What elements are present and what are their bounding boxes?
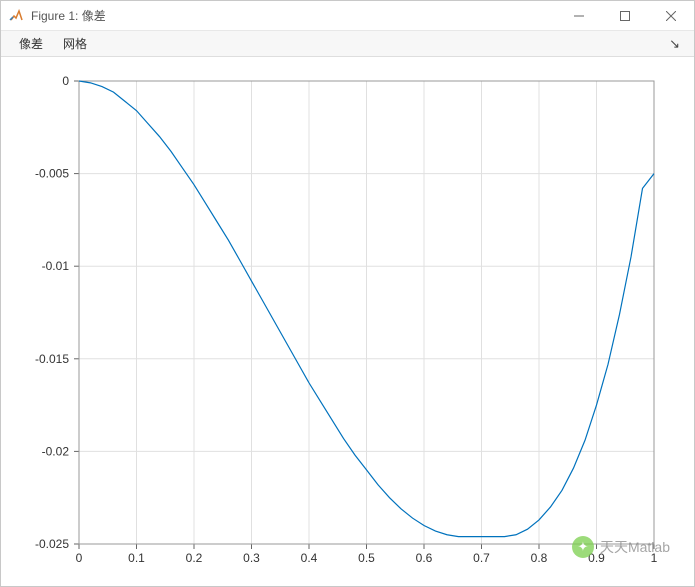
svg-text:0.6: 0.6: [416, 551, 433, 565]
svg-text:0.8: 0.8: [531, 551, 548, 565]
window-title: Figure 1: 像差: [31, 7, 106, 24]
matlab-icon: [9, 8, 25, 24]
svg-text:0.2: 0.2: [186, 551, 203, 565]
svg-text:0.1: 0.1: [128, 551, 145, 565]
minimize-button[interactable]: [556, 1, 602, 31]
svg-text:-0.005: -0.005: [35, 167, 69, 181]
svg-text:0: 0: [62, 74, 69, 88]
svg-text:0.3: 0.3: [243, 551, 260, 565]
chart-svg: 0 0.1 0.2 0.3 0.4 0.5 0.6 0.7 0.8 0.9 1 -0.025 -0.02…: [1, 57, 694, 586]
menu-item-1[interactable]: 网格: [53, 31, 97, 56]
dock-arrow-icon[interactable]: ↘: [663, 34, 686, 54]
svg-text:-0.025: -0.025: [35, 537, 69, 551]
titlebar: Figure 1: 像差: [1, 1, 694, 31]
svg-text:0: 0: [76, 551, 83, 565]
axes-area[interactable]: 0 0.1 0.2 0.3 0.4 0.5 0.6 0.7 0.8 0.9 1 -0.025 -0.02…: [1, 57, 694, 586]
window-controls: [556, 1, 694, 31]
svg-text:-0.015: -0.015: [35, 352, 69, 366]
svg-text:0.7: 0.7: [473, 551, 490, 565]
svg-text:0.5: 0.5: [358, 551, 375, 565]
svg-text:0.9: 0.9: [588, 551, 605, 565]
svg-text:0.4: 0.4: [301, 551, 318, 565]
svg-text:1: 1: [651, 551, 658, 565]
figure-window: Figure 1: 像差 像差 网格 ↘ 0 0.1 0.2 0.3 0.4 0.5 0.6…: [0, 0, 695, 587]
menubar: 像差 网格 ↘: [1, 31, 694, 57]
maximize-button[interactable]: [602, 1, 648, 31]
close-button[interactable]: [648, 1, 694, 31]
menu-item-0[interactable]: 像差: [9, 31, 53, 56]
svg-text:-0.02: -0.02: [42, 444, 70, 458]
svg-text:-0.01: -0.01: [42, 259, 70, 273]
